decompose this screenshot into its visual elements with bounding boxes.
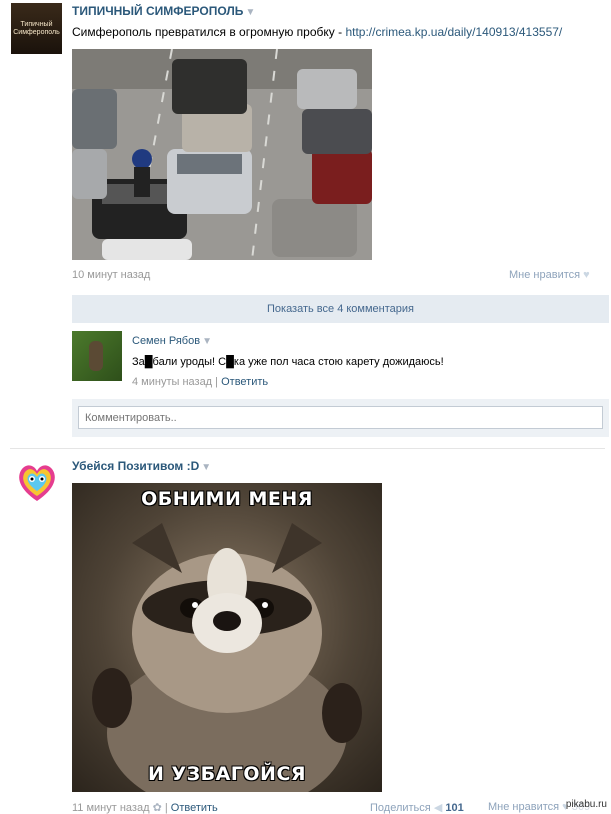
avatar-logo-text: Типичный Симферополь	[13, 21, 60, 36]
comment-text: За█бали уроды! С█ка уже пол часа стою ка…	[132, 356, 444, 368]
gear-icon[interactable]: ✿	[153, 802, 162, 814]
comment-form	[72, 399, 609, 437]
traffic-photo[interactable]	[72, 49, 372, 260]
dropdown-icon[interactable]: ▼	[245, 7, 255, 18]
traffic-image	[72, 49, 372, 260]
post-time[interactable]: 11 минут назад	[72, 802, 150, 814]
like-button[interactable]: Мне нравится ♥	[509, 269, 590, 281]
comment-input[interactable]	[78, 406, 603, 429]
post-1: Типичный Симферополь ТИПИЧНЫЙ СИМФЕРОПОЛ…	[0, 0, 611, 440]
group-name[interactable]: Убейся Позитивом :D ▼	[72, 459, 211, 473]
post-divider	[10, 448, 605, 449]
show-all-comments-button[interactable]: Показать все 4 комментария	[72, 295, 609, 323]
watermark: pikabu.ru	[565, 799, 607, 810]
share-button[interactable]: Поделиться ◀ 101	[370, 801, 464, 814]
heart-icon: ♥	[583, 269, 590, 281]
group-name[interactable]: ТИПИЧНЫЙ СИМФЕРОПОЛЬ ▼	[72, 4, 255, 18]
comment-time[interactable]: 4 минуты назад	[132, 376, 212, 388]
post-2: Убейся Позитивом :D ▼ ОБНИМИ МЕНЯ И УЗБАГ…	[0, 455, 611, 814]
meme-top-text: ОБНИМИ МЕНЯ	[141, 488, 313, 510]
group-avatar[interactable]	[14, 459, 60, 505]
post-time-row: 11 минут назад ✿ | Ответить	[72, 802, 218, 814]
dropdown-icon[interactable]: ▼	[202, 336, 212, 347]
raccoon-meme-photo[interactable]: ОБНИМИ МЕНЯ И УЗБАГОЙСЯ	[72, 483, 382, 792]
share-count: 101	[445, 802, 464, 814]
reply-link[interactable]: Ответить	[171, 802, 218, 814]
post-time[interactable]: 10 минут назад	[72, 269, 150, 281]
post-text: Симферополь превратился в огромную пробк…	[72, 25, 563, 39]
meme-bottom-text: И УЗБАГОЙСЯ	[147, 763, 307, 785]
comment: Семен Рябов ▼ За█бали уроды! С█ка уже пол…	[72, 330, 609, 395]
group-avatar[interactable]: Типичный Симферополь	[11, 3, 62, 54]
share-icon: ◀	[433, 802, 443, 814]
commenter-avatar[interactable]	[72, 331, 122, 381]
comment-author[interactable]: Семен Рябов ▼	[132, 335, 212, 347]
rainbow-heart-icon	[19, 465, 55, 501]
avatar-figure	[89, 341, 103, 371]
raccoon-image	[92, 523, 362, 792]
reply-link[interactable]: Ответить	[221, 376, 268, 388]
comment-meta: 4 минуты назад | Ответить	[132, 376, 269, 388]
dropdown-icon[interactable]: ▼	[201, 462, 211, 473]
post-link[interactable]: http://crimea.kp.ua/daily/140913/413557/	[345, 25, 562, 39]
